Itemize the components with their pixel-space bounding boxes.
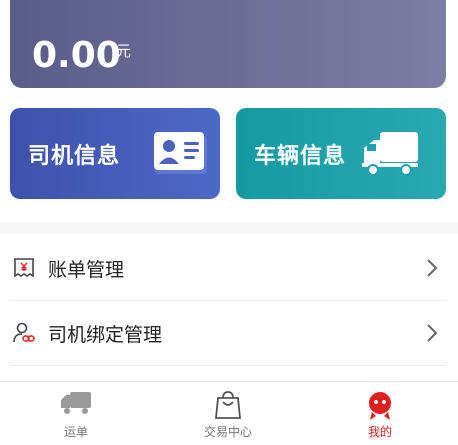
nav-label: 交易中心 [203, 425, 252, 439]
chevron-right-icon [427, 259, 438, 277]
menu-item-label: 账单管理 [48, 259, 125, 281]
balance-card: 0.00 元 [10, 0, 446, 88]
row-divider [10, 365, 446, 366]
balance-unit: 元 [116, 42, 132, 60]
menu-item-label: 司机绑定管理 [48, 324, 163, 346]
shopping-bag-icon [215, 391, 241, 419]
section-divider [0, 222, 458, 234]
driver-info-label: 司机信息 [28, 144, 121, 169]
id-card-icon [154, 132, 207, 174]
nav-label: 我的 [367, 425, 392, 439]
bill-icon [14, 258, 34, 278]
truck-icon [362, 132, 418, 176]
vehicle-info-label: 车辆信息 [254, 144, 347, 169]
menu-item-bill-management[interactable]: 账单管理 [0, 236, 458, 300]
nav-tab-mine[interactable]: 我的 [304, 382, 456, 445]
menu-item-driver-binding[interactable]: 司机绑定管理 [0, 301, 458, 365]
vehicle-info-card[interactable]: 车辆信息 [236, 108, 446, 199]
chevron-right-icon [427, 324, 438, 342]
nav-tab-trading-center[interactable]: 交易中心 [152, 382, 304, 445]
bottom-nav: 运单 交易中心 我的 [0, 381, 458, 445]
nav-tab-waybill[interactable]: 运单 [0, 382, 152, 445]
profile-icon [369, 392, 391, 420]
driver-info-card[interactable]: 司机信息 [10, 108, 220, 199]
truck-icon [61, 392, 91, 414]
balance-amount: 0.00 [32, 35, 121, 76]
driver-bind-icon [13, 322, 35, 343]
nav-label: 运单 [63, 425, 88, 439]
